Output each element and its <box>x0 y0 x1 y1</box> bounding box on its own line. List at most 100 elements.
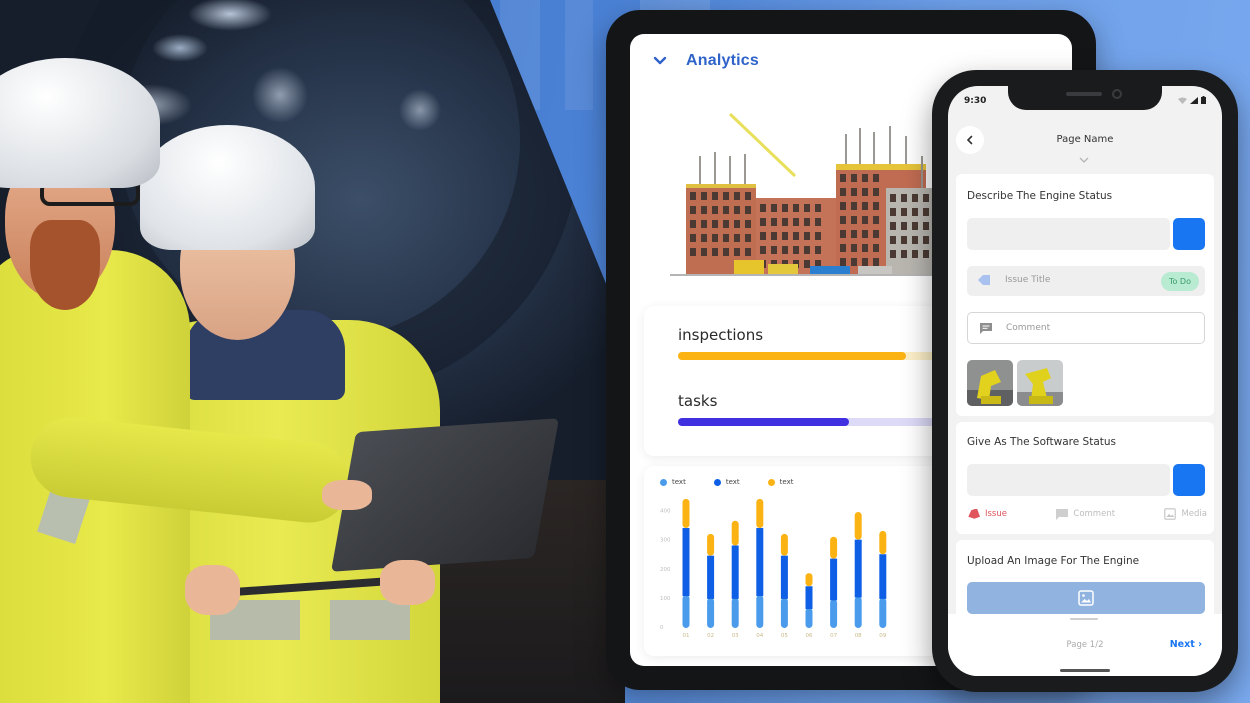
construction-building-image <box>670 112 950 276</box>
y-tick-label: 100 <box>660 596 671 602</box>
thumbnail-robot-arm[interactable] <box>1017 360 1063 406</box>
building-window <box>873 202 879 210</box>
software-status-section: Give As The Software Status Issue Commen… <box>956 422 1214 534</box>
building-window <box>851 258 857 266</box>
worker-left-beard <box>30 220 100 310</box>
y-tick-label: 300 <box>660 538 671 544</box>
building-window <box>851 216 857 224</box>
tab-media[interactable]: Media <box>1164 508 1207 520</box>
building-window <box>873 230 879 238</box>
building-right-tower <box>836 164 934 274</box>
building-window <box>782 218 788 226</box>
building-window <box>890 236 896 244</box>
building-window <box>901 194 907 202</box>
tab-comment[interactable]: Comment <box>1056 508 1116 520</box>
building-window <box>862 202 868 210</box>
building-window <box>690 192 696 200</box>
building-window <box>793 204 799 212</box>
bar-segment-1 <box>682 594 690 628</box>
workers-photo <box>0 0 625 703</box>
building-window <box>804 260 810 268</box>
tab-label: Comment <box>1073 509 1116 519</box>
bar-segment-2 <box>756 528 764 596</box>
chevron-down-icon[interactable] <box>1078 156 1090 164</box>
comment-icon <box>1056 508 1069 520</box>
analytics-header[interactable]: Analytics <box>652 52 759 70</box>
reflective-stripe <box>330 600 410 640</box>
bg-stripe <box>565 0 593 110</box>
camera <box>1112 89 1122 99</box>
building-window <box>712 192 718 200</box>
building-window <box>851 202 857 210</box>
bar-segment-3 <box>756 498 764 529</box>
bar-segment-1 <box>854 596 862 628</box>
stacked-bar-chart: 0 100 200 300 400 01 02 03 04 05 06 07 08 09 <box>660 498 887 639</box>
building-window <box>804 232 810 240</box>
phone-notch <box>1008 86 1162 110</box>
tab-issue[interactable]: Issue <box>967 508 1007 520</box>
building-window <box>862 230 868 238</box>
thumbnail-robot-arm[interactable] <box>967 360 1013 406</box>
building-window <box>760 232 766 240</box>
building-window <box>734 206 740 214</box>
status-time: 9:30 <box>964 96 987 106</box>
comment-field[interactable]: Comment <box>967 312 1205 344</box>
building-window <box>745 206 751 214</box>
building-window <box>690 248 696 256</box>
building-window <box>701 206 707 214</box>
building-window <box>745 248 751 256</box>
tag-icon <box>968 508 980 519</box>
building-window <box>815 232 821 240</box>
status-badge[interactable]: To Do <box>1160 272 1199 291</box>
building-window <box>862 216 868 224</box>
building-window <box>712 206 718 214</box>
building-window <box>771 246 777 254</box>
bar-segment-3 <box>707 533 715 556</box>
tarp <box>810 266 850 274</box>
engine-status-submit-button[interactable] <box>1173 218 1205 250</box>
building-window <box>862 244 868 252</box>
building-window <box>840 188 846 196</box>
building-window <box>923 208 929 216</box>
pipes <box>858 266 892 274</box>
software-status-submit-button[interactable] <box>1173 464 1205 496</box>
x-tick-label: 07 <box>830 633 837 639</box>
y-tick-label: 0 <box>660 625 664 631</box>
building-window <box>890 222 896 230</box>
building-window <box>723 220 729 228</box>
comment-icon <box>980 323 992 334</box>
bar-segment-2 <box>780 555 788 599</box>
building-window <box>701 234 707 242</box>
building-window <box>912 250 918 258</box>
building-window <box>890 250 896 258</box>
x-tick-label: 01 <box>683 633 690 639</box>
status-icons <box>1178 96 1206 104</box>
y-tick-label: 200 <box>660 567 671 573</box>
building-window <box>840 258 846 266</box>
bar-segment-2 <box>879 554 887 599</box>
building-window <box>804 246 810 254</box>
chart-card: text text text 0 100 200 300 400 01 02 03 04 05 06… <box>644 466 964 656</box>
next-button[interactable]: Next › <box>1170 639 1202 650</box>
chevron-down-icon[interactable] <box>652 53 668 69</box>
tab-label: Media <box>1181 509 1207 519</box>
section-title: Describe The Engine Status <box>967 190 1113 202</box>
bar-segment-1 <box>780 597 788 628</box>
x-tick-label: 09 <box>879 633 886 639</box>
drag-handle[interactable] <box>1070 618 1098 620</box>
upload-image-button[interactable] <box>967 582 1205 614</box>
building-window <box>901 208 907 216</box>
bar-segment-2 <box>854 539 862 598</box>
issue-title-field[interactable]: Issue Title To Do <box>967 266 1205 296</box>
building-window <box>873 188 879 196</box>
building-window <box>745 192 751 200</box>
building-window <box>901 236 907 244</box>
engine-status-input[interactable] <box>967 218 1170 250</box>
excavator <box>734 260 764 274</box>
building-window <box>723 192 729 200</box>
building-window <box>723 234 729 242</box>
software-status-input[interactable] <box>967 464 1170 496</box>
tasks-progress-fill <box>678 418 849 426</box>
speaker <box>1066 92 1102 96</box>
building-window <box>840 202 846 210</box>
